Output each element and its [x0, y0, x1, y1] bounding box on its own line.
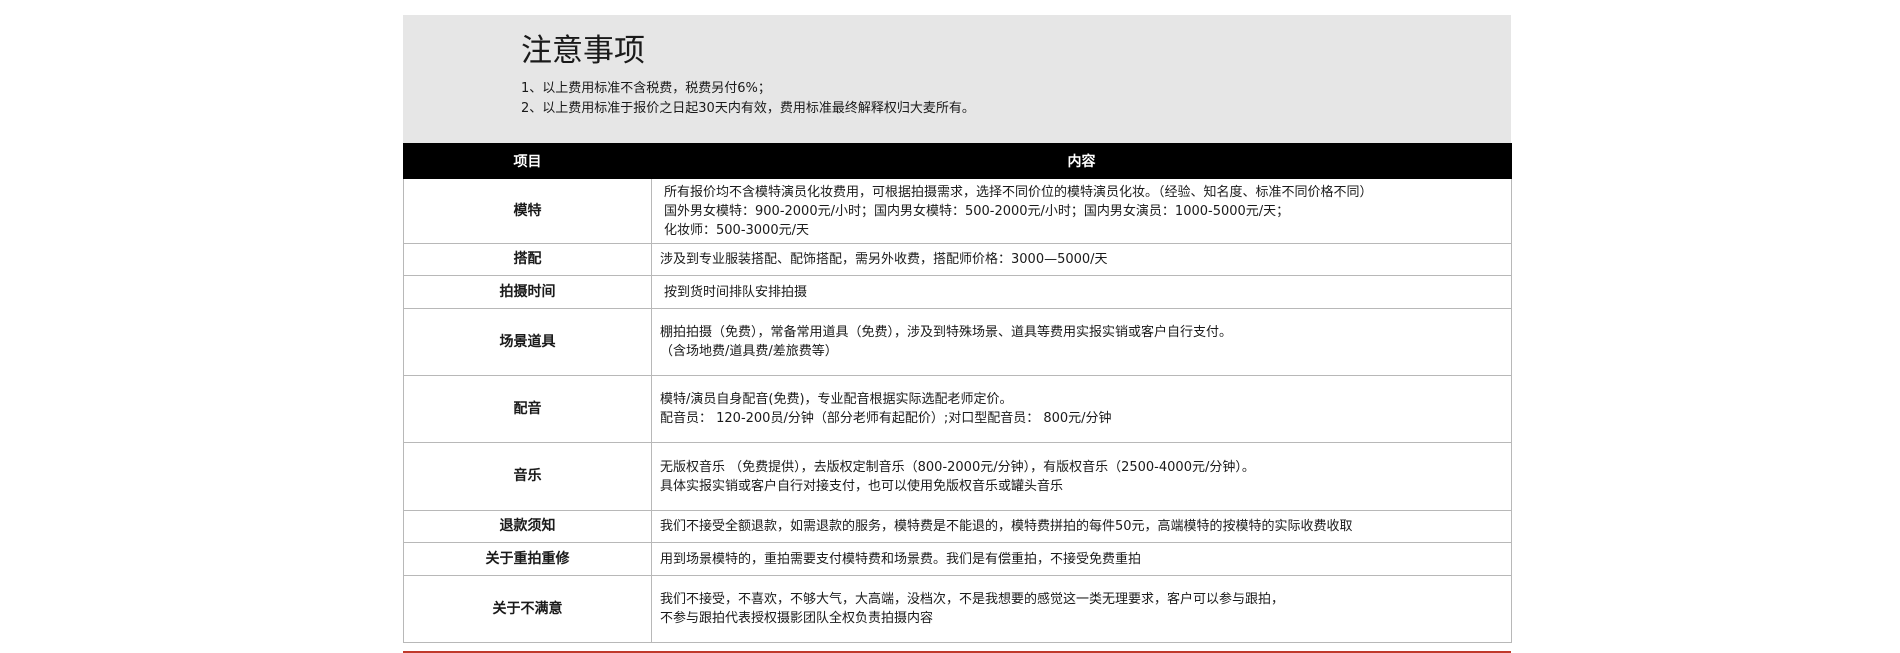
content-line: 国外男女模特：900-2000元/小时；国内男女模特：500-2000元/小时；…	[664, 203, 1290, 219]
notice-section: 注意事项 1、以上费用标准不含税费，税费另付6%； 2、以上费用标准于报价之日起…	[403, 15, 1511, 143]
row-item-label: 音乐	[403, 442, 652, 511]
notice-line: 1、以上费用标准不含税费，税费另付6%；	[521, 81, 771, 96]
content-line: 所有报价均不含模特演员化妆费用，可根据拍摄需求，选择不同价位的模特演员化妆。（经…	[664, 184, 1373, 200]
notice-title: 注意事项	[521, 33, 645, 69]
row-content: 按到货时间排队安排拍摄	[651, 275, 1512, 309]
content-line: 化妆师：500-3000元/天	[664, 222, 809, 238]
row-item-label: 搭配	[403, 243, 652, 276]
content-line: 棚拍拍摄（免费），常备常用道具（免费），涉及到特殊场景、道具等费用实报实销或客户…	[660, 325, 1233, 340]
table-row: 关于不满意 我们不接受，不喜欢，不够大气，大高端，没档次，不是我想要的感觉这一类…	[403, 575, 1512, 643]
table-row: 搭配 涉及到专业服装搭配、配饰搭配，需另外收费，搭配师价格：3000—5000/…	[403, 243, 1512, 276]
content-line: 模特/演员自身配音(免费)，专业配音根据实际选配老师定价。	[660, 392, 1013, 407]
content-line: 具体实报实销或客户自行对接支付，也可以使用免版权音乐或罐头音乐	[660, 478, 1064, 494]
table-row: 音乐 无版权音乐 （免费提供），去版权定制音乐（800-2000元/分钟），有版…	[403, 442, 1512, 511]
content-line: 我们不接受全额退款，如需退款的服务，模特费是不能退的，模特费拼拍的每件50元，高…	[660, 519, 1353, 534]
content-line: 涉及到专业服装搭配、配饰搭配，需另外收费，搭配师价格：3000—5000/天	[660, 252, 1108, 267]
row-item-label: 拍摄时间	[403, 275, 652, 309]
table-row: 退款须知 我们不接受全额退款，如需退款的服务，模特费是不能退的，模特费拼拍的每件…	[403, 510, 1512, 543]
terms-table: 项目 内容 模特 所有报价均不含模特演员化妆费用，可根据拍摄需求，选择不同价位的…	[403, 143, 1512, 643]
column-header-content: 内容	[651, 143, 1512, 179]
content-line: 无版权音乐 （免费提供），去版权定制音乐（800-2000元/分钟），有版权音乐…	[660, 459, 1255, 475]
table-row: 模特 所有报价均不含模特演员化妆费用，可根据拍摄需求，选择不同价位的模特演员化妆…	[403, 178, 1512, 244]
row-content: 用到场景模特的，重拍需要支付模特费和场景费。我们是有偿重拍，不接受免费重拍	[651, 542, 1512, 576]
table-row: 拍摄时间 按到货时间排队安排拍摄	[403, 275, 1512, 309]
content-line: 配音员： 120-200员/分钟（部分老师有起配价）;对口型配音员： 800元/…	[660, 411, 1112, 426]
notice-line: 2、以上费用标准于报价之日起30天内有效，费用标准最终解释权归大麦所有。	[521, 101, 975, 116]
table-header-row: 项目 内容	[403, 143, 1512, 179]
row-item-label: 配音	[403, 375, 652, 443]
row-item-label: 关于不满意	[403, 575, 652, 643]
row-content: 模特/演员自身配音(免费)，专业配音根据实际选配老师定价。 配音员： 120-2…	[651, 375, 1512, 443]
row-content: 无版权音乐 （免费提供），去版权定制音乐（800-2000元/分钟），有版权音乐…	[651, 442, 1512, 511]
table-row: 关于重拍重修 用到场景模特的，重拍需要支付模特费和场景费。我们是有偿重拍，不接受…	[403, 542, 1512, 576]
price-notes-card: 注意事项 1、以上费用标准不含税费，税费另付6%； 2、以上费用标准于报价之日起…	[403, 15, 1512, 653]
column-header-item: 项目	[403, 143, 652, 179]
content-line: 我们不接受，不喜欢，不够大气，大高端，没档次，不是我想要的感觉这一类无理要求，客…	[660, 592, 1285, 607]
row-content: 棚拍拍摄（免费），常备常用道具（免费），涉及到特殊场景、道具等费用实报实销或客户…	[651, 308, 1512, 376]
content-line: 不参与跟拍代表授权摄影团队全权负责拍摄内容	[660, 611, 934, 626]
row-content: 所有报价均不含模特演员化妆费用，可根据拍摄需求，选择不同价位的模特演员化妆。（经…	[651, 178, 1512, 244]
content-line: （含场地费/道具费/差旅费等）	[660, 344, 838, 359]
row-item-label: 场景道具	[403, 308, 652, 376]
row-item-label: 关于重拍重修	[403, 542, 652, 576]
row-content: 涉及到专业服装搭配、配饰搭配，需另外收费，搭配师价格：3000—5000/天	[651, 243, 1512, 276]
content-line: 用到场景模特的，重拍需要支付模特费和场景费。我们是有偿重拍，不接受免费重拍	[660, 551, 1142, 567]
content-line: 按到货时间排队安排拍摄	[664, 284, 808, 300]
row-content: 我们不接受全额退款，如需退款的服务，模特费是不能退的，模特费拼拍的每件50元，高…	[651, 510, 1512, 543]
table-row: 配音 模特/演员自身配音(免费)，专业配音根据实际选配老师定价。 配音员： 12…	[403, 375, 1512, 443]
row-content: 我们不接受，不喜欢，不够大气，大高端，没档次，不是我想要的感觉这一类无理要求，客…	[651, 575, 1512, 643]
row-item-label: 退款须知	[403, 510, 652, 543]
table-row: 场景道具 棚拍拍摄（免费），常备常用道具（免费），涉及到特殊场景、道具等费用实报…	[403, 308, 1512, 376]
row-item-label: 模特	[403, 178, 652, 244]
